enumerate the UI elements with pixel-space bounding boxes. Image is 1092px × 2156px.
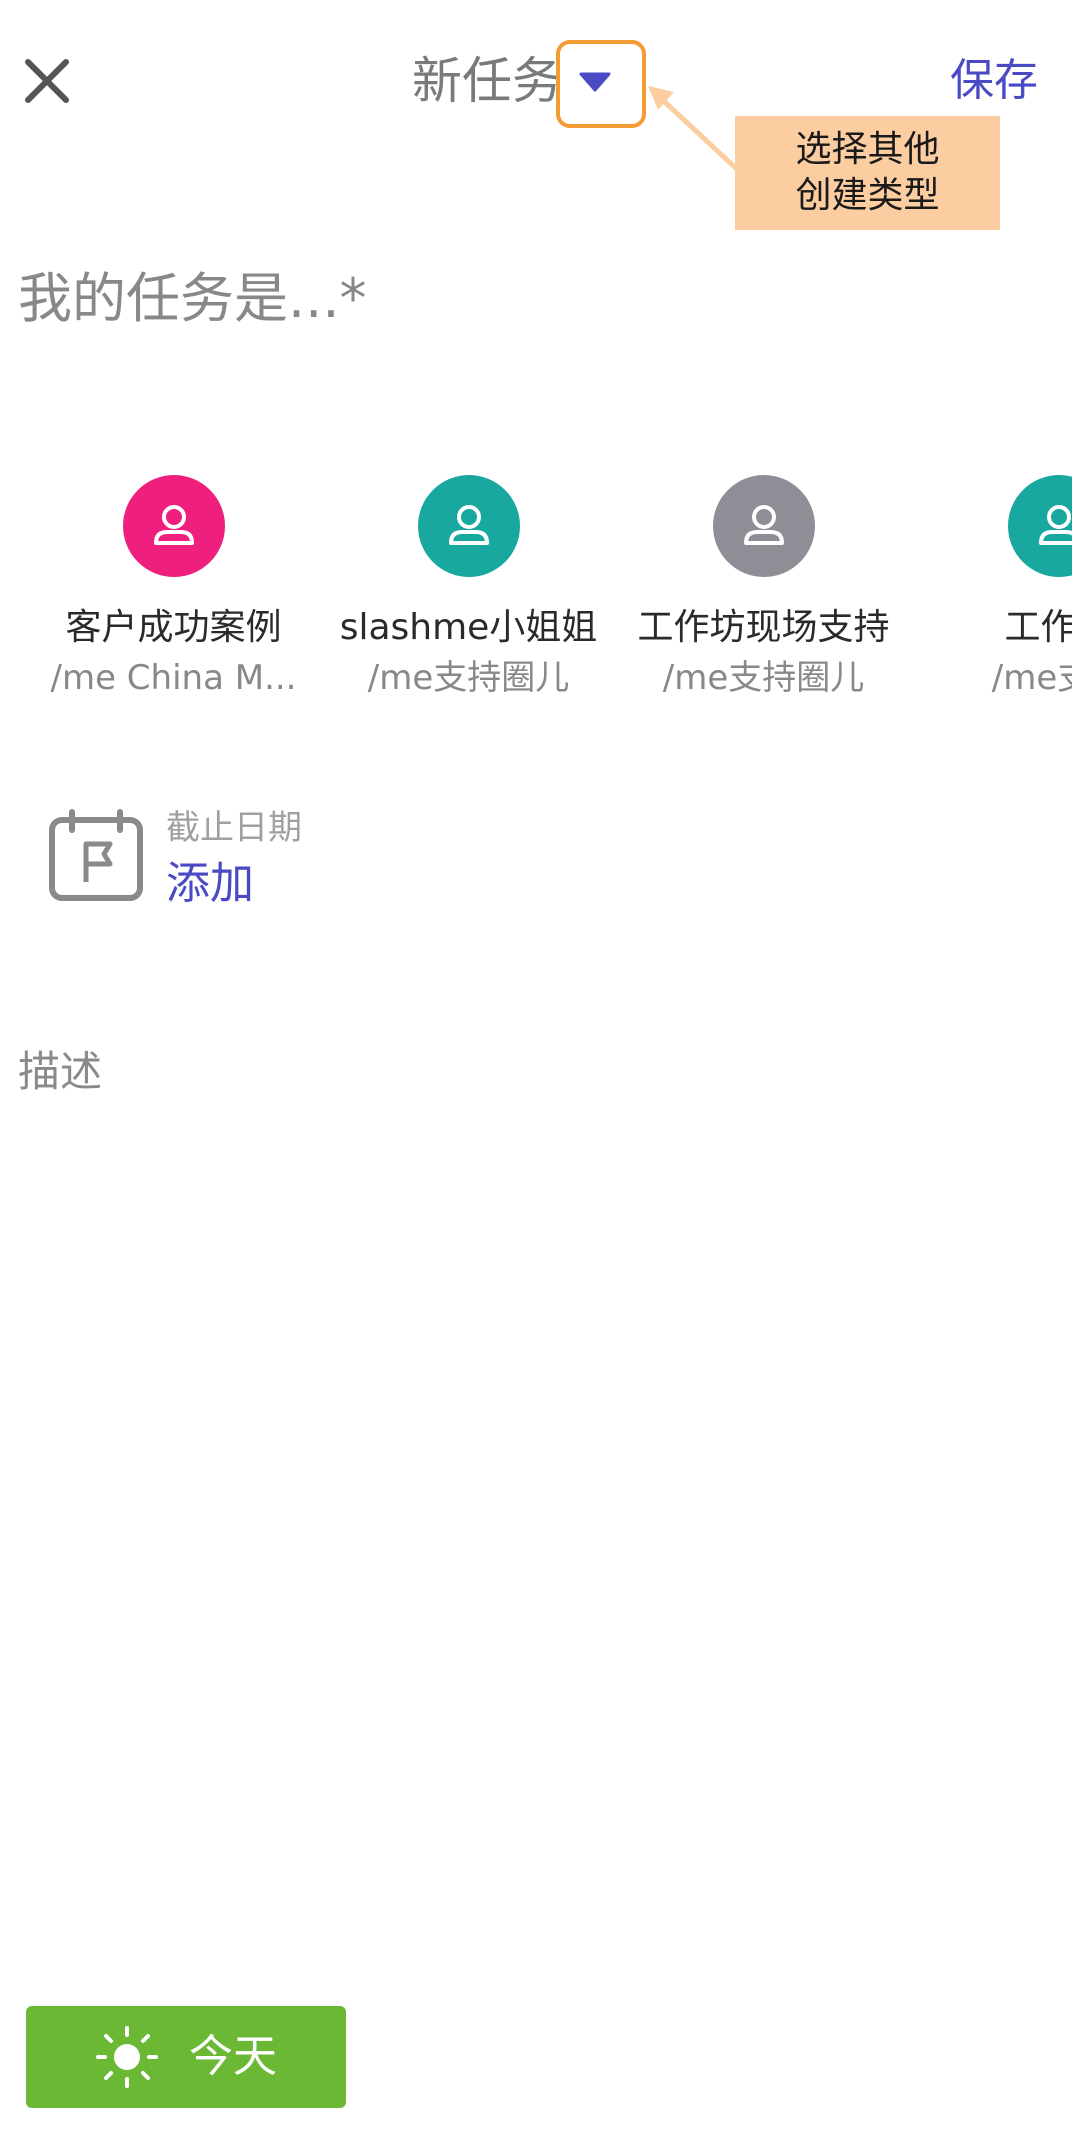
avatar bbox=[122, 475, 225, 577]
person-icon bbox=[153, 505, 194, 545]
circle-name: slashme小姐姐 bbox=[339, 607, 598, 648]
callout-line-2: 创建类型 bbox=[795, 175, 940, 216]
circle-subtitle: /me支持圈儿 bbox=[367, 658, 570, 698]
due-date-label: 截止日期 bbox=[166, 808, 302, 848]
annotation-callout: 选择其他 创建类型 bbox=[735, 116, 1000, 230]
person-icon bbox=[448, 505, 489, 545]
avatar bbox=[1007, 475, 1072, 577]
task-title-input[interactable] bbox=[18, 258, 1058, 338]
callout-line-1: 选择其他 bbox=[795, 129, 940, 170]
avatar bbox=[417, 475, 520, 577]
close-icon bbox=[25, 59, 69, 103]
circle-name: 客户成功案例 bbox=[65, 607, 282, 648]
description-input[interactable] bbox=[18, 1036, 1058, 1106]
circle-item[interactable]: 工作坊 /me支持 bbox=[911, 470, 1072, 720]
today-label: 今天 bbox=[189, 2031, 277, 2082]
circle-item[interactable]: 工作坊现场支持 /me支持圈儿 bbox=[616, 470, 911, 720]
page-title: 新任务 bbox=[412, 52, 562, 110]
circle-item[interactable]: 客户成功案例 /me China M... bbox=[26, 470, 321, 720]
person-icon bbox=[1038, 505, 1072, 545]
circle-name: 工作坊 bbox=[1004, 607, 1072, 648]
due-date-add-button[interactable]: 添加 bbox=[166, 856, 254, 912]
circle-name: 工作坊现场支持 bbox=[637, 607, 890, 648]
circle-subtitle: /me支持圈儿 bbox=[662, 658, 865, 698]
circle-subtitle: /me China M... bbox=[50, 658, 297, 698]
circle-selector: 客户成功案例 /me China M... slashme小姐姐 /me支持圈儿… bbox=[0, 470, 1072, 720]
person-icon bbox=[743, 505, 784, 545]
dropdown-highlight-box bbox=[556, 40, 646, 128]
sun-icon bbox=[96, 2026, 158, 2088]
circle-item[interactable]: slashme小姐姐 /me支持圈儿 bbox=[321, 470, 616, 720]
today-button[interactable]: 今天 bbox=[26, 2006, 346, 2108]
calendar-flag-icon[interactable] bbox=[48, 808, 144, 904]
circle-subtitle: /me支持 bbox=[991, 658, 1072, 698]
callout-arrow bbox=[648, 86, 743, 175]
save-button[interactable]: 保存 bbox=[950, 50, 1038, 112]
close-button[interactable] bbox=[14, 48, 80, 114]
avatar bbox=[712, 475, 815, 577]
